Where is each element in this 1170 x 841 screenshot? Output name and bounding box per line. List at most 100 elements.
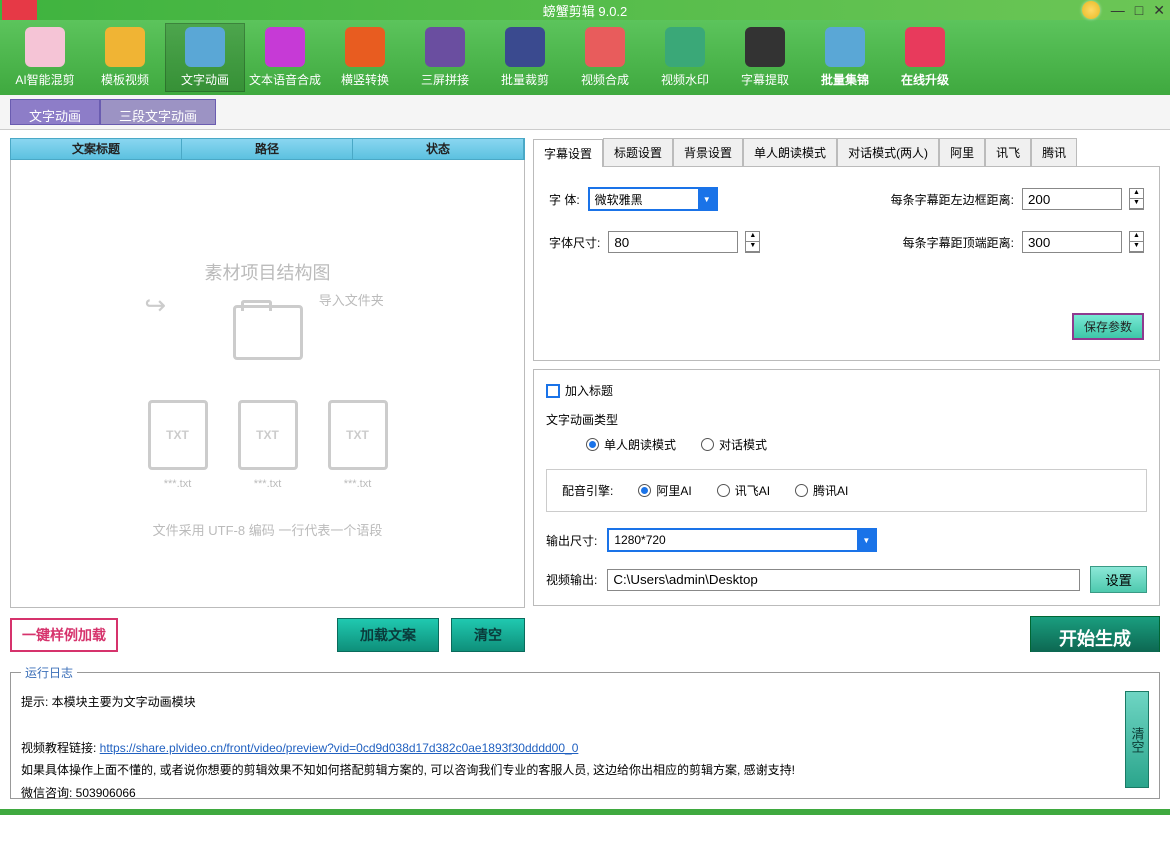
toolbar-icon bbox=[505, 27, 545, 67]
log-content: 提示: 本模块主要为文字动画模块 视频教程链接: https://share.p… bbox=[21, 691, 1125, 788]
toolbar-icon bbox=[265, 27, 305, 67]
app-title: 螃蟹剪辑 9.0.2 bbox=[543, 1, 628, 20]
toolbar-icon bbox=[345, 27, 385, 67]
import-label: 导入文件夹 bbox=[319, 290, 384, 309]
log-legend: 运行日志 bbox=[21, 664, 77, 681]
top-dist-label: 每条字幕距顶端距离: bbox=[903, 234, 1014, 251]
tab-0[interactable]: 字幕设置 bbox=[533, 139, 603, 167]
toolbar-icon bbox=[185, 27, 225, 67]
toolbar-item-3[interactable]: 文本语音合成 bbox=[245, 23, 325, 92]
toolbar-item-6[interactable]: 批量裁剪 bbox=[485, 23, 565, 92]
list-header: 文案标题 路径 状态 bbox=[10, 138, 525, 160]
settings-tabs: 字幕设置标题设置背景设置单人朗读模式对话模式(两人)阿里讯飞腾讯 bbox=[533, 138, 1160, 167]
medal-icon bbox=[1082, 1, 1100, 19]
maximize-button[interactable]: □ bbox=[1135, 2, 1143, 19]
font-size-input[interactable] bbox=[608, 231, 738, 253]
radio-ali[interactable] bbox=[638, 484, 651, 497]
minimize-button[interactable]: — bbox=[1111, 2, 1125, 19]
left-dist-label: 每条字幕距左边框距离: bbox=[891, 191, 1014, 208]
toolbar-item-9[interactable]: 字幕提取 bbox=[725, 23, 805, 92]
toolbar-item-10[interactable]: 批量集锦 bbox=[805, 23, 885, 92]
toolbar-item-2[interactable]: 文字动画 bbox=[165, 23, 245, 92]
toolbar-item-0[interactable]: AI智能混剪 bbox=[5, 23, 85, 92]
load-sample-button[interactable]: 一键样例加载 bbox=[10, 618, 118, 652]
toolbar-label: 视频合成 bbox=[581, 71, 629, 88]
tab-2[interactable]: 背景设置 bbox=[673, 138, 743, 166]
left-panel: 文案标题 路径 状态 素材项目结构图 ↪ 导入文件夹 TXT***.txt TX… bbox=[10, 138, 525, 652]
toolbar-icon bbox=[585, 27, 625, 67]
toolbar-label: 视频水印 bbox=[661, 71, 709, 88]
toolbar-item-4[interactable]: 横竖转换 bbox=[325, 23, 405, 92]
titlebar: 螃蟹剪辑 9.0.2 — □ ✕ bbox=[0, 0, 1170, 20]
radio-tencent[interactable] bbox=[795, 484, 808, 497]
toolbar-item-5[interactable]: 三屏拼接 bbox=[405, 23, 485, 92]
clear-button[interactable]: 清空 bbox=[451, 618, 525, 652]
font-label: 字 体: bbox=[549, 191, 580, 208]
tutorial-link[interactable]: https://share.plvideo.cn/front/video/pre… bbox=[100, 741, 579, 755]
spinner[interactable]: ▲▼ bbox=[1129, 231, 1144, 253]
add-title-checkbox[interactable] bbox=[546, 384, 560, 398]
toolbar-label: 文字动画 bbox=[181, 71, 229, 88]
radio-single-mode[interactable] bbox=[586, 438, 599, 451]
folder-icon bbox=[233, 305, 303, 360]
toolbar-label: 字幕提取 bbox=[741, 71, 789, 88]
lower-settings: 加入标题 文字动画类型 单人朗读模式 对话模式 配音引擎: 阿里AI 讯飞AI … bbox=[533, 369, 1160, 606]
radio-xunfei[interactable] bbox=[717, 484, 730, 497]
tab-6[interactable]: 讯飞 bbox=[985, 138, 1031, 166]
output-path-input[interactable] bbox=[607, 569, 1080, 591]
output-path-label: 视频输出: bbox=[546, 571, 597, 588]
txt-icon: TXT bbox=[148, 400, 208, 470]
toolbar-icon bbox=[425, 27, 465, 67]
chevron-down-icon[interactable]: ▼ bbox=[698, 189, 716, 209]
col-title: 文案标题 bbox=[11, 139, 182, 159]
toolbar-icon bbox=[825, 27, 865, 67]
font-combo[interactable]: 微软雅黑▼ bbox=[588, 187, 718, 211]
col-status: 状态 bbox=[353, 139, 524, 159]
set-path-button[interactable]: 设置 bbox=[1090, 566, 1147, 593]
top-dist-input[interactable] bbox=[1022, 231, 1122, 253]
app-logo bbox=[2, 0, 37, 20]
load-script-button[interactable]: 加载文案 bbox=[337, 618, 439, 652]
subtabs: 文字动画 三段文字动画 bbox=[0, 95, 1170, 130]
log-clear-button[interactable]: 清空 bbox=[1125, 691, 1149, 788]
engine-label: 配音引擎: bbox=[562, 482, 613, 499]
toolbar-icon bbox=[665, 27, 705, 67]
toolbar-label: 批量集锦 bbox=[821, 71, 869, 88]
toolbar-item-11[interactable]: 在线升级 bbox=[885, 23, 965, 92]
font-size-label: 字体尺寸: bbox=[549, 234, 600, 251]
toolbar-item-8[interactable]: 视频水印 bbox=[645, 23, 725, 92]
chevron-down-icon[interactable]: ▼ bbox=[857, 530, 875, 550]
tab-7[interactable]: 腾讯 bbox=[1031, 138, 1077, 166]
diagram-note: 文件采用 UTF-8 编码 一行代表一个语段 bbox=[148, 520, 388, 539]
subtab-three-segment[interactable]: 三段文字动画 bbox=[100, 99, 216, 125]
toolbar-label: 横竖转换 bbox=[341, 71, 389, 88]
start-generate-button[interactable]: 开始生成 bbox=[1030, 616, 1160, 652]
arrow-icon: ↪ bbox=[144, 290, 166, 321]
left-dist-input[interactable] bbox=[1022, 188, 1122, 210]
right-panel: 字幕设置标题设置背景设置单人朗读模式对话模式(两人)阿里讯飞腾讯 字 体: 微软… bbox=[533, 138, 1160, 652]
toolbar-icon bbox=[105, 27, 145, 67]
tab-4[interactable]: 对话模式(两人) bbox=[837, 138, 939, 166]
toolbar-label: 三屏拼接 bbox=[421, 71, 469, 88]
spinner[interactable]: ▲▼ bbox=[745, 231, 760, 253]
tab-3[interactable]: 单人朗读模式 bbox=[743, 138, 837, 166]
toolbar-icon bbox=[25, 27, 65, 67]
add-title-label: 加入标题 bbox=[565, 382, 613, 399]
txt-icon: TXT bbox=[238, 400, 298, 470]
toolbar-item-1[interactable]: 模板视频 bbox=[85, 23, 165, 92]
output-size-combo[interactable]: 1280*720▼ bbox=[607, 528, 877, 552]
anim-type-label: 文字动画类型 bbox=[546, 411, 1147, 428]
col-path: 路径 bbox=[182, 139, 353, 159]
toolbar-label: 文本语音合成 bbox=[249, 71, 321, 88]
spinner[interactable]: ▲▼ bbox=[1129, 188, 1144, 210]
toolbar-item-7[interactable]: 视频合成 bbox=[565, 23, 645, 92]
close-button[interactable]: ✕ bbox=[1153, 2, 1165, 19]
subtab-text-anim[interactable]: 文字动画 bbox=[10, 99, 100, 125]
save-params-button[interactable]: 保存参数 bbox=[1072, 313, 1144, 340]
radio-dialog-mode[interactable] bbox=[701, 438, 714, 451]
tab-1[interactable]: 标题设置 bbox=[603, 138, 673, 166]
tab-5[interactable]: 阿里 bbox=[939, 138, 985, 166]
toolbar-label: 模板视频 bbox=[101, 71, 149, 88]
toolbar-label: 批量裁剪 bbox=[501, 71, 549, 88]
toolbar-icon bbox=[905, 27, 945, 67]
